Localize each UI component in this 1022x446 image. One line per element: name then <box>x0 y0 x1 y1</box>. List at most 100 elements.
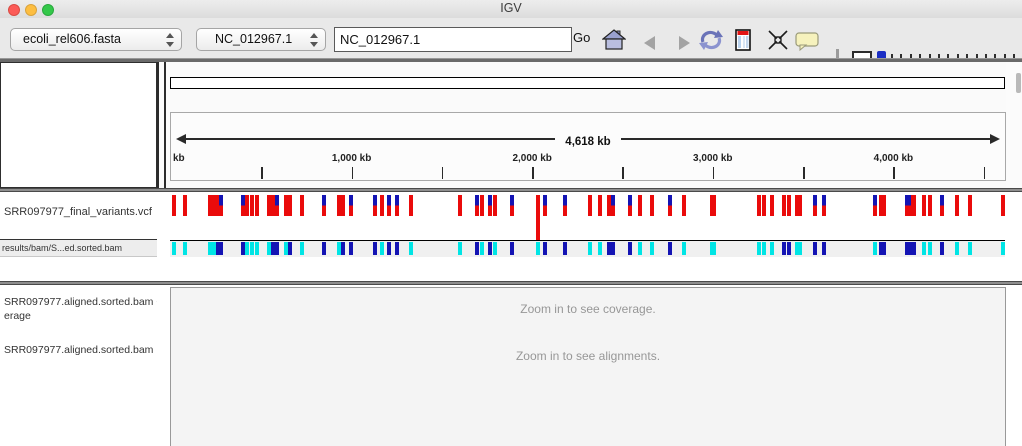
variant-bar[interactable] <box>380 195 384 216</box>
variant-bar[interactable] <box>493 195 497 216</box>
genotype-bar[interactable] <box>219 242 223 255</box>
variant-bar[interactable] <box>288 195 292 216</box>
title-bar[interactable]: IGV <box>0 0 1022 19</box>
variant-bar[interactable] <box>955 195 959 216</box>
variant-bar[interactable] <box>638 195 642 216</box>
genotype-bar[interactable] <box>349 242 353 255</box>
genotype-bar[interactable] <box>682 242 686 255</box>
variant-bar[interactable] <box>813 195 817 216</box>
genome-ruler[interactable]: 4,618 kb kb1,000 kb2,000 kb3,000 kb4,000… <box>170 112 1006 181</box>
variant-bar[interactable] <box>879 195 886 216</box>
genotype-bar[interactable] <box>275 242 279 255</box>
variant-bar[interactable] <box>757 195 761 216</box>
genotype-bar[interactable] <box>475 242 479 255</box>
variant-bar[interactable] <box>598 195 602 216</box>
variant-bar[interactable] <box>480 195 484 216</box>
coverage-track-label-wrap[interactable]: erage <box>4 310 31 322</box>
variant-bar[interactable] <box>245 195 249 216</box>
genotype-bar[interactable] <box>822 242 826 255</box>
variant-bar[interactable] <box>458 195 462 216</box>
genotype-bar[interactable] <box>255 242 259 255</box>
genotype-bar[interactable] <box>409 242 413 255</box>
variant-bar[interactable] <box>488 195 492 216</box>
genotype-bar[interactable] <box>588 242 592 255</box>
variant-bar[interactable] <box>611 195 615 216</box>
genotype-bar[interactable] <box>905 242 911 255</box>
variant-bar[interactable] <box>795 195 802 216</box>
genotype-bar[interactable] <box>782 242 786 255</box>
alignment-data-panel[interactable]: Zoom in to see coverage. Zoom in to see … <box>170 287 1006 446</box>
genotype-bar[interactable] <box>288 242 292 255</box>
genotype-bar[interactable] <box>395 242 399 255</box>
variant-bar[interactable] <box>668 195 672 216</box>
genotype-bar[interactable] <box>928 242 932 255</box>
variant-bar[interactable] <box>536 195 540 240</box>
locus-input[interactable] <box>334 27 572 52</box>
genotype-bar[interactable] <box>480 242 484 255</box>
variant-bar[interactable] <box>172 195 176 216</box>
vcf-sample-label-row[interactable]: results/bam/S...ed.sorted.bam <box>0 240 157 257</box>
genotype-bar[interactable] <box>322 242 326 255</box>
genotype-bar[interactable] <box>250 242 254 255</box>
variant-bar[interactable] <box>322 195 326 216</box>
variant-bar[interactable] <box>510 195 514 216</box>
variant-bar[interactable] <box>905 195 911 216</box>
genotype-bar[interactable] <box>563 242 567 255</box>
variant-bar[interactable] <box>710 195 716 216</box>
variant-bar[interactable] <box>1001 195 1005 216</box>
home-button[interactable] <box>602 28 626 52</box>
genotype-bar[interactable] <box>668 242 672 255</box>
variant-bar[interactable] <box>183 195 187 216</box>
genotype-bar[interactable] <box>543 242 547 255</box>
variant-bar[interactable] <box>628 195 632 216</box>
genotype-bar[interactable] <box>813 242 817 255</box>
variant-bar[interactable] <box>822 195 826 216</box>
variant-bar[interactable] <box>387 195 391 216</box>
genotype-bar[interactable] <box>770 242 774 255</box>
variant-bar[interactable] <box>588 195 592 216</box>
genotype-bar[interactable] <box>940 242 944 255</box>
variant-bar[interactable] <box>873 195 877 216</box>
variant-bar[interactable] <box>940 195 944 216</box>
chromosome-ideogram[interactable] <box>170 77 1005 89</box>
variant-bar[interactable] <box>650 195 654 216</box>
genotype-bar[interactable] <box>757 242 761 255</box>
variant-bar[interactable] <box>770 195 774 216</box>
genotype-bar[interactable] <box>380 242 384 255</box>
tooltip-toggle-button[interactable] <box>794 28 818 52</box>
variant-bar[interactable] <box>762 195 766 216</box>
variant-bar[interactable] <box>409 195 413 216</box>
genotype-bar[interactable] <box>536 242 540 255</box>
variant-bar[interactable] <box>911 195 916 216</box>
go-button[interactable]: Go <box>573 30 590 45</box>
variant-bar[interactable] <box>968 195 972 216</box>
genotype-bar[interactable] <box>879 242 886 255</box>
variant-bar[interactable] <box>475 195 479 216</box>
genotype-bar[interactable] <box>762 242 766 255</box>
genotype-bar[interactable] <box>922 242 926 255</box>
genotype-bar[interactable] <box>787 242 791 255</box>
genome-select[interactable]: ecoli_rel606.fasta <box>10 28 182 51</box>
genotype-bar[interactable] <box>638 242 642 255</box>
region-of-interest-button[interactable] <box>731 28 755 52</box>
genotype-bar[interactable] <box>795 242 802 255</box>
chromosome-select[interactable]: NC_012967.1 <box>196 28 326 51</box>
genotype-bar[interactable] <box>611 242 615 255</box>
variant-bar[interactable] <box>250 195 254 216</box>
vcf-track-label[interactable]: SRR097977_final_variants.vcf <box>4 206 154 218</box>
back-button[interactable] <box>637 32 661 56</box>
genotype-bar[interactable] <box>172 242 176 255</box>
genotype-bar[interactable] <box>458 242 462 255</box>
genotype-bar[interactable] <box>493 242 497 255</box>
variant-bar[interactable] <box>341 195 345 216</box>
variant-bar[interactable] <box>563 195 567 216</box>
refresh-button[interactable] <box>699 28 723 52</box>
genotype-bar[interactable] <box>650 242 654 255</box>
genotype-bar[interactable] <box>873 242 877 255</box>
genotype-bar[interactable] <box>710 242 716 255</box>
genotype-bar[interactable] <box>911 242 916 255</box>
variant-bar[interactable] <box>219 195 223 216</box>
variant-bar[interactable] <box>543 195 547 216</box>
variant-bar[interactable] <box>682 195 686 216</box>
variant-bar[interactable] <box>922 195 926 216</box>
